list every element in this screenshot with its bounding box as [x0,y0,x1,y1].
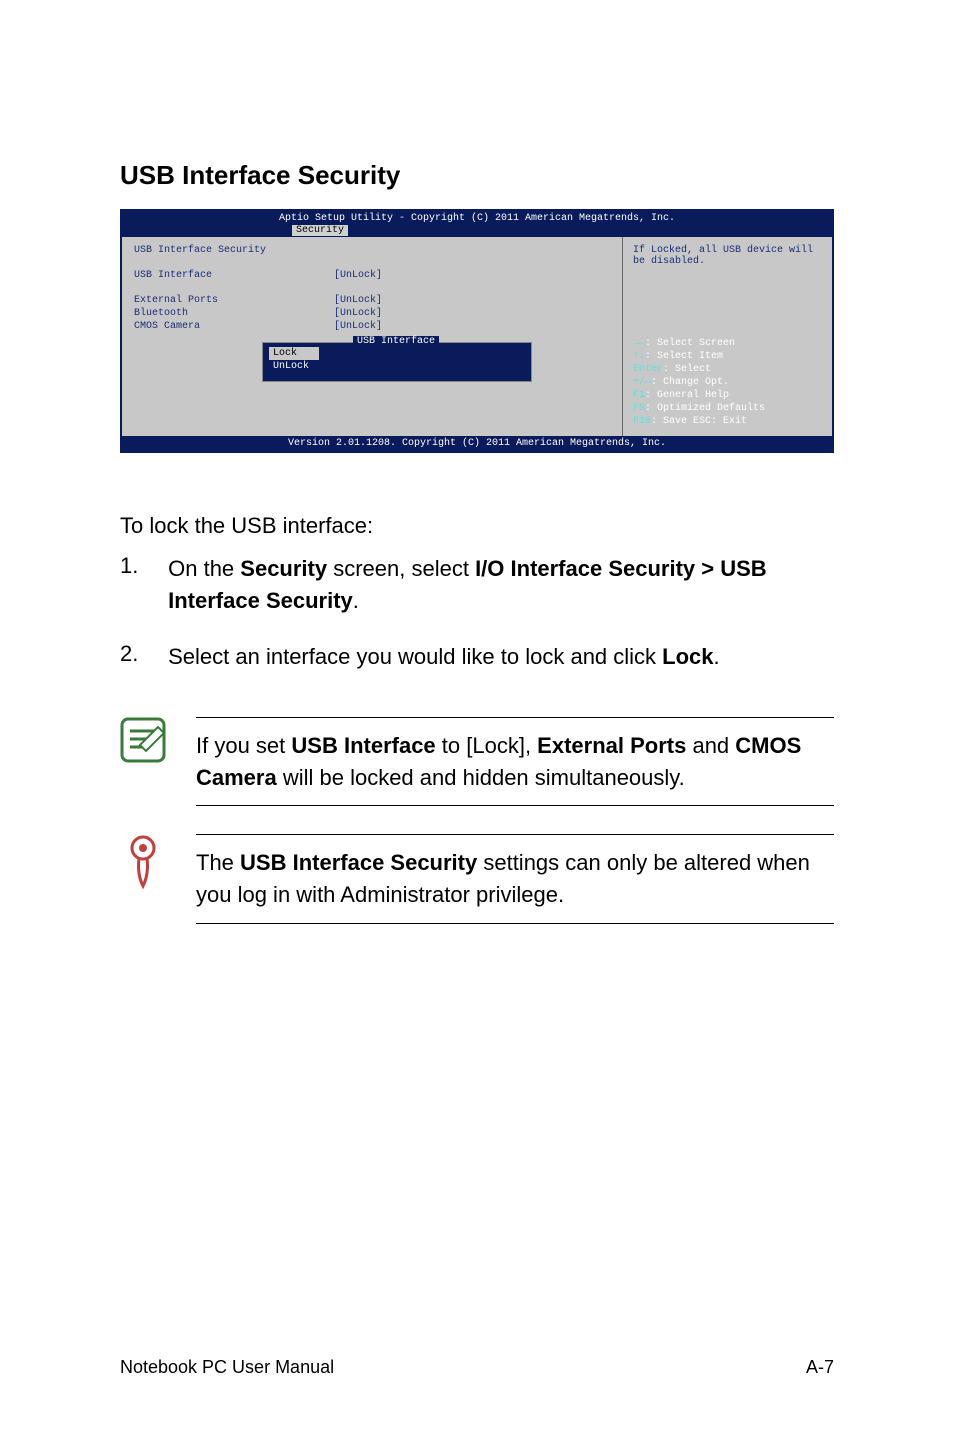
tip-icon [120,834,166,895]
footer-left: Notebook PC User Manual [120,1357,334,1378]
note-content: The USB Interface Security settings can … [196,834,834,924]
step-body: On the Security screen, select I/O Inter… [168,553,808,617]
bios-screenshot: Aptio Setup Utility - Copyright (C) 2011… [120,209,834,453]
bios-row-label: External Ports [134,295,334,306]
step-number: 1. [120,553,162,579]
footer-right: A-7 [806,1357,834,1378]
bios-row-value: [UnLock] [334,308,382,319]
bios-row-value: [UnLock] [334,270,382,281]
intro-text: To lock the USB interface: [120,513,834,539]
bios-row-label: USB Interface [134,270,334,281]
step-list: 1. On the Security screen, select I/O In… [120,553,834,673]
bios-popup-title: USB Interface [353,336,439,347]
bios-left-title: USB Interface Security [134,245,334,256]
bios-row-label: CMOS Camera [134,321,334,332]
page-footer: Notebook PC User Manual A-7 [120,1357,834,1378]
bios-tab: Security [292,225,348,236]
bios-popup: USB Interface Lock UnLock [262,342,532,382]
bios-popup-item: Lock [269,347,319,360]
step-body: Select an interface you would like to lo… [168,641,808,673]
bios-row-label: Bluetooth [134,308,334,319]
step-number: 2. [120,641,162,667]
bios-footer: Version 2.01.1208. Copyright (C) 2011 Am… [122,436,832,451]
note-icon [120,717,166,768]
bios-popup-item: UnLock [269,360,525,373]
bios-row-value: [UnLock] [334,321,382,332]
note-content: If you set USB Interface to [Lock], Exte… [196,717,834,807]
bios-row-value: [UnLock] [334,295,382,306]
bios-help: →←: Select Screen ↑↓: Select Item Enter:… [633,337,822,428]
section-title: USB Interface Security [120,160,834,191]
bios-description: If Locked, all USB device will be disabl… [633,245,822,267]
bios-header: Aptio Setup Utility - Copyright (C) 2011… [122,211,832,224]
